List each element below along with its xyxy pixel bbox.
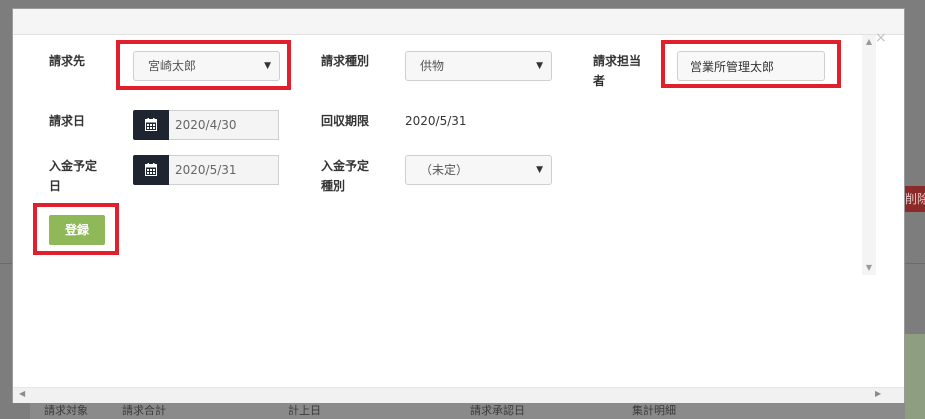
billing-type-value: 供物 xyxy=(420,59,445,73)
scroll-left-icon[interactable]: ◀ xyxy=(19,389,25,398)
bg-col-posting-date: 計上日 xyxy=(288,404,321,417)
scroll-up-icon[interactable]: ▲ xyxy=(862,37,876,46)
billing-staff-label: 請求担当者 xyxy=(593,54,642,88)
modal-horizontal-scrollbar[interactable]: ◀ ▶ xyxy=(13,387,904,403)
collection-deadline-label: 回収期限 xyxy=(321,114,370,128)
highlight-billing-staff xyxy=(661,40,841,88)
payment-date-input[interactable] xyxy=(169,155,279,185)
billing-date-calendar-button[interactable] xyxy=(133,110,169,140)
billing-type-select[interactable]: 供物 ▼ xyxy=(405,51,552,81)
modal-header xyxy=(13,9,904,35)
billing-to-label: 請求先 xyxy=(49,54,86,68)
bg-col-summary: 集計明細 xyxy=(632,404,676,417)
background-green-panel xyxy=(905,334,925,419)
payment-date-label: 入金予定日 xyxy=(49,159,98,193)
highlight-billing-to xyxy=(116,40,291,90)
payment-date-group xyxy=(133,155,279,185)
background-delete-button[interactable]: 削除 xyxy=(903,186,925,212)
scroll-down-icon[interactable]: ▼ xyxy=(862,263,876,272)
billing-type-label: 請求種別 xyxy=(321,54,370,68)
chevron-down-icon: ▼ xyxy=(536,61,543,71)
calendar-icon xyxy=(145,163,157,176)
highlight-register-button xyxy=(33,203,119,255)
payment-type-select[interactable]: （未定） ▼ xyxy=(405,155,552,185)
payment-type-label: 入金予定種別 xyxy=(321,159,370,193)
bg-col-billing-target: 請求対象 xyxy=(44,404,88,417)
bg-col-billing-total: 請求合計 xyxy=(122,404,166,417)
billing-date-label: 請求日 xyxy=(49,114,86,128)
chevron-down-icon: ▼ xyxy=(536,165,543,175)
billing-date-group xyxy=(133,110,279,140)
scroll-right-icon[interactable]: ▶ xyxy=(875,389,881,398)
close-icon[interactable]: × xyxy=(875,31,887,45)
inner-vertical-scrollbar[interactable]: ▲ ▼ xyxy=(862,35,876,275)
payment-date-calendar-button[interactable] xyxy=(133,155,169,185)
bg-col-approval-date: 請求承認日 xyxy=(470,404,525,417)
billing-date-input[interactable] xyxy=(169,110,279,140)
calendar-icon xyxy=(145,118,157,131)
payment-type-value: （未定） xyxy=(420,163,469,177)
collection-deadline-value: 2020/5/31 xyxy=(405,114,467,128)
